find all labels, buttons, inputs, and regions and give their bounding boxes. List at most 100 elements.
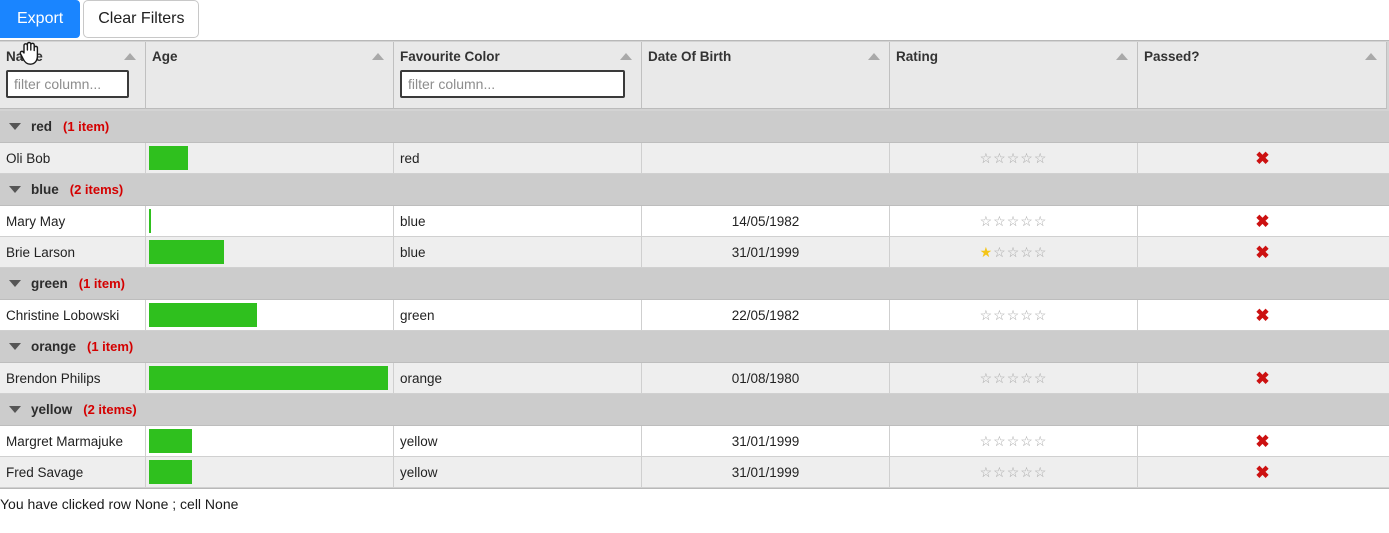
cell-name[interactable]: Mary May [0, 206, 146, 236]
star-empty-icon[interactable]: ☆ [1020, 464, 1034, 480]
cell-rating[interactable]: ☆☆☆☆☆ [890, 457, 1138, 487]
star-empty-icon[interactable]: ☆ [1020, 433, 1034, 449]
cell-rating[interactable]: ☆☆☆☆☆ [890, 426, 1138, 456]
star-empty-icon[interactable]: ☆ [1034, 433, 1048, 449]
cell-passed[interactable]: ✖ [1138, 237, 1387, 267]
cell-date-of-birth[interactable]: 31/01/1999 [642, 426, 890, 456]
filter-input-favourite-color[interactable] [400, 70, 625, 98]
cell-rating[interactable]: ☆☆☆☆☆ [890, 363, 1138, 393]
star-empty-icon[interactable]: ☆ [1034, 244, 1048, 260]
star-empty-icon[interactable]: ☆ [980, 464, 994, 480]
group-header-row[interactable]: green (1 item) [0, 268, 1389, 300]
star-rating[interactable]: ☆☆☆☆☆ [980, 465, 1048, 479]
cell-age-bar[interactable] [146, 363, 394, 393]
cell-passed[interactable]: ✖ [1138, 426, 1387, 456]
star-empty-icon[interactable]: ☆ [1007, 213, 1021, 229]
cell-date-of-birth[interactable]: 31/01/1999 [642, 457, 890, 487]
cell-name[interactable]: Brie Larson [0, 237, 146, 267]
export-button[interactable]: Export [0, 0, 81, 38]
cell-favourite-color[interactable]: orange [394, 363, 642, 393]
star-empty-icon[interactable]: ☆ [1020, 150, 1034, 166]
star-rating[interactable]: ☆☆☆☆☆ [980, 434, 1048, 448]
star-rating[interactable]: ☆☆☆☆☆ [980, 371, 1048, 385]
column-header-name[interactable]: Name [0, 42, 146, 109]
table-row[interactable]: Brie Larson blue 31/01/1999 ★☆☆☆☆ ✖ [0, 237, 1389, 268]
cell-rating[interactable]: ☆☆☆☆☆ [890, 143, 1138, 173]
cell-passed[interactable]: ✖ [1138, 363, 1387, 393]
star-empty-icon[interactable]: ☆ [1034, 464, 1048, 480]
star-empty-icon[interactable]: ☆ [993, 464, 1007, 480]
table-row[interactable]: Margret Marmajuke yellow 31/01/1999 ☆☆☆☆☆ ✖ [0, 426, 1389, 457]
star-empty-icon[interactable]: ☆ [1034, 150, 1048, 166]
group-header-row[interactable]: red (1 item) [0, 111, 1389, 143]
star-empty-icon[interactable]: ☆ [980, 433, 994, 449]
table-row[interactable]: Brendon Philips orange 01/08/1980 ☆☆☆☆☆ ✖ [0, 363, 1389, 394]
star-empty-icon[interactable]: ☆ [980, 213, 994, 229]
star-empty-icon[interactable]: ☆ [980, 150, 994, 166]
star-rating[interactable]: ★☆☆☆☆ [980, 245, 1048, 259]
cell-favourite-color[interactable]: blue [394, 237, 642, 267]
cell-passed[interactable]: ✖ [1138, 300, 1387, 330]
cell-age-bar[interactable] [146, 237, 394, 267]
sort-ascending-icon[interactable] [620, 53, 632, 60]
star-empty-icon[interactable]: ☆ [1034, 213, 1048, 229]
column-header-date-of-birth[interactable]: Date Of Birth [642, 42, 890, 109]
cell-name[interactable]: Christine Lobowski [0, 300, 146, 330]
cell-passed[interactable]: ✖ [1138, 457, 1387, 487]
cell-name[interactable]: Margret Marmajuke [0, 426, 146, 456]
column-header-passed[interactable]: Passed? [1138, 42, 1387, 109]
star-empty-icon[interactable]: ☆ [1020, 307, 1034, 323]
cell-date-of-birth[interactable] [642, 143, 890, 173]
chevron-down-icon[interactable] [9, 343, 21, 350]
cell-name[interactable]: Fred Savage [0, 457, 146, 487]
star-empty-icon[interactable]: ☆ [993, 244, 1007, 260]
star-empty-icon[interactable]: ☆ [1034, 370, 1048, 386]
chevron-down-icon[interactable] [9, 280, 21, 287]
star-empty-icon[interactable]: ☆ [980, 370, 994, 386]
star-rating[interactable]: ☆☆☆☆☆ [980, 151, 1048, 165]
group-header-row[interactable]: orange (1 item) [0, 331, 1389, 363]
group-header-row[interactable]: yellow (2 items) [0, 394, 1389, 426]
cell-favourite-color[interactable]: red [394, 143, 642, 173]
star-empty-icon[interactable]: ☆ [1007, 433, 1021, 449]
star-empty-icon[interactable]: ☆ [1007, 244, 1021, 260]
cell-favourite-color[interactable]: green [394, 300, 642, 330]
sort-ascending-icon[interactable] [1116, 53, 1128, 60]
chevron-down-icon[interactable] [9, 406, 21, 413]
cell-passed[interactable]: ✖ [1138, 143, 1387, 173]
star-empty-icon[interactable]: ☆ [993, 150, 1007, 166]
cell-passed[interactable]: ✖ [1138, 206, 1387, 236]
star-filled-icon[interactable]: ★ [980, 244, 994, 260]
star-empty-icon[interactable]: ☆ [1007, 370, 1021, 386]
star-empty-icon[interactable]: ☆ [993, 213, 1007, 229]
star-empty-icon[interactable]: ☆ [1007, 464, 1021, 480]
sort-ascending-icon[interactable] [124, 53, 136, 60]
column-header-favourite-color[interactable]: Favourite Color [394, 42, 642, 109]
cell-date-of-birth[interactable]: 22/05/1982 [642, 300, 890, 330]
star-empty-icon[interactable]: ☆ [993, 433, 1007, 449]
cell-favourite-color[interactable]: blue [394, 206, 642, 236]
table-row[interactable]: Fred Savage yellow 31/01/1999 ☆☆☆☆☆ ✖ [0, 457, 1389, 488]
sort-ascending-icon[interactable] [372, 53, 384, 60]
cell-age-bar[interactable] [146, 143, 394, 173]
star-empty-icon[interactable]: ☆ [1020, 244, 1034, 260]
chevron-down-icon[interactable] [9, 123, 21, 130]
clear-filters-button[interactable]: Clear Filters [83, 0, 200, 38]
cell-favourite-color[interactable]: yellow [394, 426, 642, 456]
star-empty-icon[interactable]: ☆ [993, 307, 1007, 323]
cell-age-bar[interactable] [146, 206, 394, 236]
cell-date-of-birth[interactable]: 14/05/1982 [642, 206, 890, 236]
star-rating[interactable]: ☆☆☆☆☆ [980, 214, 1048, 228]
cell-rating[interactable]: ★☆☆☆☆ [890, 237, 1138, 267]
star-empty-icon[interactable]: ☆ [1007, 307, 1021, 323]
cell-age-bar[interactable] [146, 457, 394, 487]
sort-ascending-icon[interactable] [868, 53, 880, 60]
star-rating[interactable]: ☆☆☆☆☆ [980, 308, 1048, 322]
table-row[interactable]: Mary May blue 14/05/1982 ☆☆☆☆☆ ✖ [0, 206, 1389, 237]
cell-name[interactable]: Oli Bob [0, 143, 146, 173]
sort-ascending-icon[interactable] [1365, 53, 1377, 60]
column-header-rating[interactable]: Rating [890, 42, 1138, 109]
cell-rating[interactable]: ☆☆☆☆☆ [890, 206, 1138, 236]
table-row[interactable]: Oli Bob red ☆☆☆☆☆ ✖ [0, 143, 1389, 174]
cell-rating[interactable]: ☆☆☆☆☆ [890, 300, 1138, 330]
